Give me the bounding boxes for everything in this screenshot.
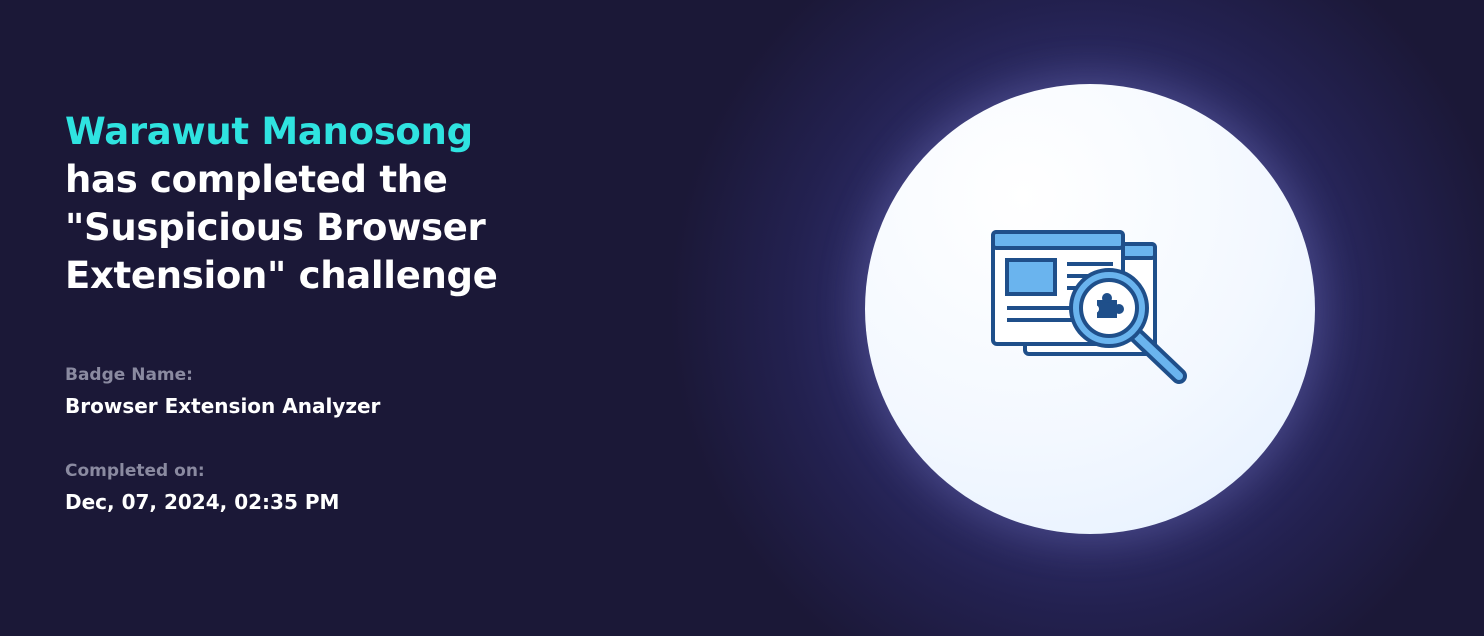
completed-on-field: Completed on: Dec, 07, 2024, 02:35 PM <box>65 460 339 516</box>
completion-statement: has completed the "Suspicious Browser Ex… <box>65 158 498 297</box>
badge-name-value: Browser Extension Analyzer <box>65 394 381 418</box>
certificate-text: Warawut Manosong has completed the "Susp… <box>65 108 585 300</box>
completed-on-label: Completed on: <box>65 461 205 481</box>
recipient-name: Warawut Manosong <box>65 110 473 153</box>
certificate-card: Warawut Manosong has completed the "Susp… <box>0 0 1484 636</box>
headline: Warawut Manosong has completed the "Susp… <box>65 108 585 300</box>
badge-circle <box>865 84 1315 534</box>
browser-extension-magnifier-icon <box>991 230 1187 384</box>
completed-on-value: Dec, 07, 2024, 02:35 PM <box>65 490 340 514</box>
badge-name-label: Badge Name: <box>65 365 193 385</box>
badge-name-field: Badge Name: Browser Extension Analyzer <box>65 364 380 420</box>
